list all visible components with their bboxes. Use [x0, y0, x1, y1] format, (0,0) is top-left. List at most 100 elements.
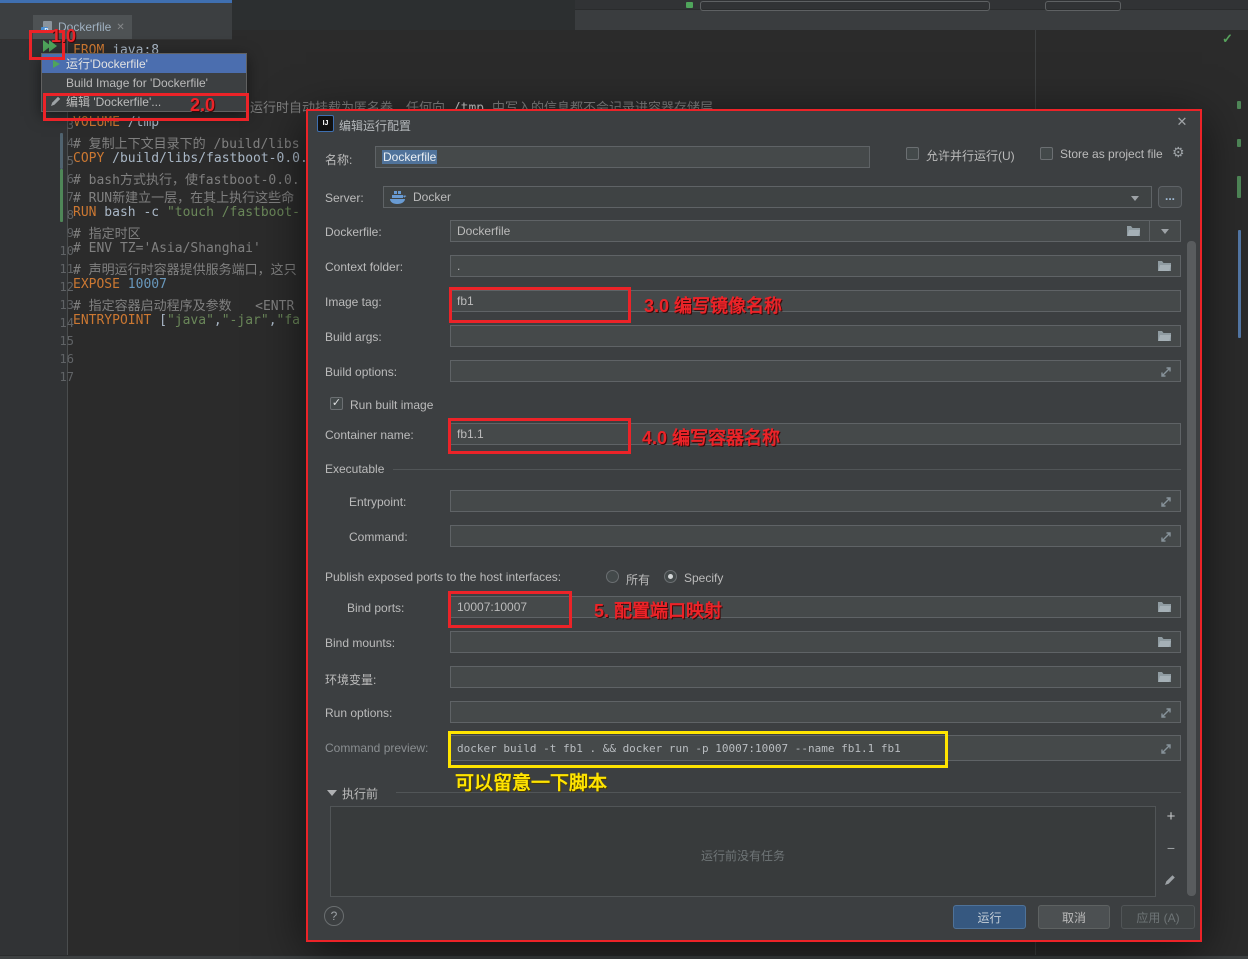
help-button[interactable]: ?: [324, 906, 344, 926]
context-folder-input[interactable]: .: [450, 255, 1181, 277]
section-divider: [393, 469, 1181, 470]
radio-specify[interactable]: [664, 570, 677, 583]
chevron-down-icon: [1161, 229, 1169, 234]
dialog-scrollbar[interactable]: [1187, 241, 1196, 896]
code-token: COPY: [73, 151, 104, 166]
code-token: # 指定容器启动程序及参数 <ENTR: [73, 299, 294, 314]
store-project-file-checkbox[interactable]: [1040, 147, 1053, 160]
entrypoint-input[interactable]: [450, 490, 1181, 512]
dockerfile-dropdown-button[interactable]: [1149, 220, 1181, 242]
code-token: bash -c: [96, 205, 166, 220]
radio-specify-label: Specify: [684, 571, 723, 585]
parallel-run-label: 允许并行运行(U): [926, 147, 1015, 164]
code-token: ENTRYPOINT: [73, 313, 151, 328]
browse-server-button[interactable]: ...: [1158, 186, 1182, 208]
code-token: "touch /fastboot-: [167, 205, 300, 220]
command-preview-label: Command preview:: [325, 741, 428, 755]
tab-close-icon[interactable]: ✕: [116, 22, 124, 33]
env-vars-input[interactable]: [450, 666, 1181, 688]
expand-icon[interactable]: [1160, 366, 1172, 381]
name-label: 名称:: [325, 151, 352, 168]
run-built-image-checkbox[interactable]: ✓: [330, 397, 343, 410]
server-combobox[interactable]: Docker: [383, 186, 1152, 208]
context-folder-label: Context folder:: [325, 260, 403, 274]
code-token: "fa: [277, 313, 300, 328]
folder-icon[interactable]: [1157, 330, 1172, 345]
code-line: # 声明运行时容器提供服务端口，这只: [73, 259, 297, 278]
folder-icon[interactable]: [1157, 260, 1172, 275]
folder-icon[interactable]: [1157, 601, 1172, 616]
folder-icon[interactable]: [1157, 671, 1172, 686]
code-token: 10007: [120, 277, 167, 292]
status-bar: [0, 955, 1248, 959]
expand-icon[interactable]: [1160, 531, 1172, 546]
annotation-step1: 1.0: [51, 26, 76, 47]
stripe-mark[interactable]: [1238, 230, 1241, 338]
name-value: Dockerfile: [382, 150, 437, 164]
edit-task-icon[interactable]: [1164, 874, 1177, 887]
code-token: /build/libs/fastboot-0.0.: [104, 151, 308, 166]
radio-all-label: 所有: [626, 571, 650, 588]
context-folder-value: .: [457, 259, 460, 273]
expand-icon[interactable]: [1160, 707, 1172, 722]
code-token: # bash方式执行，使fastboot-0.0.: [73, 173, 300, 188]
code-line: # ENV TZ='Asia/Shanghai': [73, 241, 261, 256]
cancel-button[interactable]: 取消: [1038, 905, 1110, 929]
stripe-mark[interactable]: [1237, 176, 1241, 198]
radio-all[interactable]: [606, 570, 619, 583]
bind-mounts-label: Bind mounts:: [325, 636, 395, 650]
inspections-ok-icon[interactable]: ✓: [1222, 31, 1236, 45]
menu-item-label: Build Image for 'Dockerfile': [66, 76, 208, 90]
menu-item[interactable]: 运行'Dockerfile': [42, 54, 246, 73]
add-task-icon[interactable]: +: [1163, 809, 1179, 825]
folder-icon[interactable]: [1126, 225, 1141, 240]
annotation-box-step5: [448, 591, 572, 628]
dialog-close-icon[interactable]: ✕: [1174, 114, 1190, 130]
dockerfile-input[interactable]: Dockerfile: [450, 220, 1150, 242]
parallel-run-checkbox[interactable]: [906, 147, 919, 160]
annotation-box-step3: [449, 287, 631, 323]
gear-icon[interactable]: ⚙: [1172, 144, 1185, 161]
code-line: # bash方式执行，使fastboot-0.0.: [73, 169, 300, 188]
apply-button[interactable]: 应用 (A): [1121, 905, 1195, 929]
collapse-arrow-icon[interactable]: [327, 790, 337, 796]
annotation-box-step4: [448, 418, 631, 454]
docker-icon: [390, 191, 407, 204]
remove-task-icon[interactable]: −: [1164, 841, 1178, 855]
expand-icon[interactable]: [1160, 496, 1172, 511]
dockerfile-label: Dockerfile:: [325, 225, 382, 239]
intellij-logo-icon: IJ: [317, 115, 334, 132]
chevron-down-icon[interactable]: [1131, 196, 1139, 201]
stripe-mark[interactable]: [1237, 139, 1241, 147]
server-label: Server:: [325, 191, 364, 205]
name-input[interactable]: Dockerfile: [375, 146, 870, 168]
command-input[interactable]: [450, 525, 1181, 547]
build-args-label: Build args:: [325, 330, 382, 344]
code-line: COPY /build/libs/fastboot-0.0.: [73, 151, 308, 166]
code-token: [: [151, 313, 167, 328]
build-options-input[interactable]: [450, 360, 1181, 382]
code-line: # RUN新建立一层，在其上执行这些命: [73, 187, 294, 206]
code-line: # 指定容器启动程序及参数 <ENTR: [73, 295, 294, 314]
code-token: # 声明运行时容器提供服务端口，这只: [73, 263, 297, 278]
build-args-input[interactable]: [450, 325, 1181, 347]
bind-ports-label: Bind ports:: [347, 601, 404, 615]
run-button[interactable]: 运行: [953, 905, 1026, 929]
stripe-mark[interactable]: [1237, 101, 1241, 109]
code-token: # 指定时区: [73, 227, 141, 242]
annotation-step2: 2.0: [190, 95, 215, 116]
code-token: "java": [167, 313, 214, 328]
publish-ports-label: Publish exposed ports to the host interf…: [325, 570, 561, 584]
run-options-input[interactable]: [450, 701, 1181, 723]
entrypoint-label: Entrypoint:: [349, 495, 406, 509]
menu-item[interactable]: Build Image for 'Dockerfile': [42, 73, 246, 92]
search-box-remnant[interactable]: [1045, 1, 1121, 11]
expand-icon[interactable]: [1160, 743, 1172, 758]
menu-item-label: 运行'Dockerfile': [66, 55, 148, 72]
bind-mounts-input[interactable]: [450, 631, 1181, 653]
dialog-title: 编辑运行配置: [339, 117, 411, 134]
folder-icon[interactable]: [1157, 636, 1172, 651]
annotation-box-step2: [43, 93, 249, 121]
code-token: # RUN新建立一层，在其上执行这些命: [73, 191, 294, 206]
code-line: EXPOSE 10007: [73, 277, 167, 292]
